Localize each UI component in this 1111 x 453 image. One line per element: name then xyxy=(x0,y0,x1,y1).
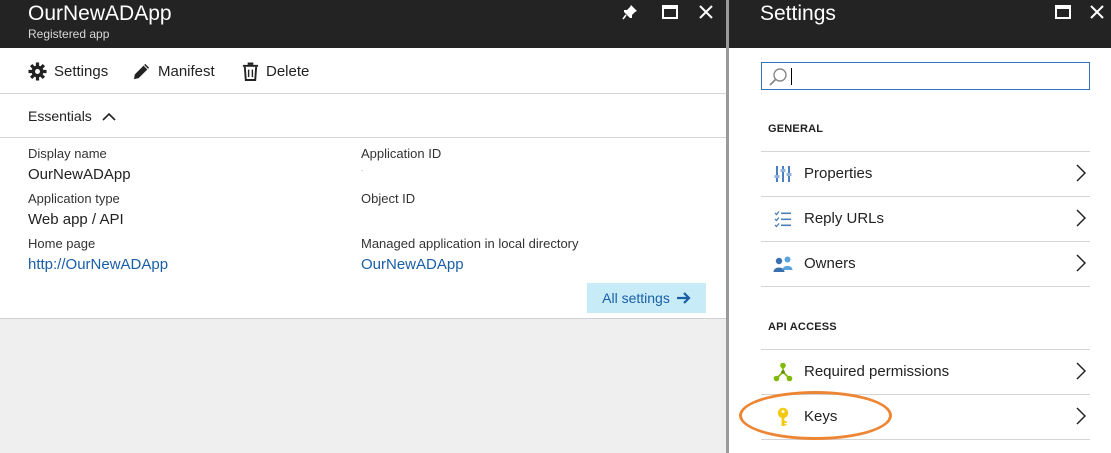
settings-item-required-permissions[interactable]: Required permissions xyxy=(761,350,1090,394)
key-icon xyxy=(773,407,793,427)
pin-icon[interactable] xyxy=(616,0,644,24)
owners-divider xyxy=(761,286,1090,287)
essentials-label: Essentials xyxy=(28,108,92,124)
managed-app-label: Managed application in local directory xyxy=(361,236,579,251)
home-page-property: Home page http://OurNewADApp xyxy=(28,236,168,275)
settings-search-box xyxy=(761,62,1090,90)
chevron-right-icon xyxy=(1076,254,1086,272)
application-type-value: Web app / API xyxy=(28,211,124,228)
general-section-header: GENERAL xyxy=(768,123,824,135)
required-permissions-icon xyxy=(773,362,793,382)
chevron-up-icon xyxy=(102,112,116,121)
blade-empty-area xyxy=(0,319,726,453)
settings-item-keys[interactable]: Keys xyxy=(761,395,1090,439)
display-name-property: Display name OurNewADApp xyxy=(28,146,131,185)
home-page-link[interactable]: http://OurNewADApp xyxy=(28,255,168,275)
settings-blade: Settings GENERAL Properties Reply URLs O… xyxy=(729,0,1111,453)
keys-label: Keys xyxy=(804,408,838,425)
delete-button[interactable]: Delete xyxy=(242,61,309,81)
app-title: OurNewADApp xyxy=(28,2,172,25)
managed-app-link[interactable]: OurNewADApp xyxy=(361,255,579,275)
manifest-button[interactable]: Manifest xyxy=(132,61,215,81)
all-settings-button[interactable]: All settings xyxy=(587,283,706,313)
settings-search-input[interactable] xyxy=(792,65,1082,87)
settings-maximize-icon[interactable] xyxy=(1049,0,1077,24)
chevron-right-icon xyxy=(1076,407,1086,425)
properties-icon xyxy=(773,164,793,184)
close-icon[interactable] xyxy=(692,0,720,24)
reply-urls-icon xyxy=(773,209,793,229)
settings-title: Settings xyxy=(760,2,836,25)
application-id-value: . xyxy=(361,164,364,173)
display-name-value: OurNewADApp xyxy=(28,166,131,183)
maximize-icon[interactable] xyxy=(656,0,684,24)
delete-button-label: Delete xyxy=(266,62,310,80)
settings-button-label: Settings xyxy=(54,62,109,80)
api-access-section-header: API ACCESS xyxy=(768,321,837,333)
app-blade-header: OurNewADApp Registered app xyxy=(0,0,726,48)
gear-icon xyxy=(28,61,47,81)
application-id-label: Application ID xyxy=(361,146,442,161)
keys-divider xyxy=(761,439,1090,440)
app-subtitle: Registered app xyxy=(28,27,110,41)
search-icon xyxy=(769,68,787,86)
properties-label: Properties xyxy=(804,165,873,182)
app-toolbar: Settings Manifest Delete xyxy=(0,48,726,94)
managed-app-property: Managed application in local directory O… xyxy=(361,236,579,275)
pencil-icon xyxy=(133,63,150,79)
application-id-property: Application ID . xyxy=(361,146,441,174)
app-blade: OurNewADApp Registered app Settings Mani… xyxy=(0,0,726,453)
chevron-right-icon xyxy=(1076,362,1086,380)
all-settings-label: All settings xyxy=(602,290,670,306)
trash-icon xyxy=(242,62,259,81)
owners-label: Owners xyxy=(804,255,856,272)
owners-icon xyxy=(773,254,793,274)
chevron-right-icon xyxy=(1076,164,1086,182)
settings-item-owners[interactable]: Owners xyxy=(761,242,1090,286)
required-permissions-label: Required permissions xyxy=(804,363,950,380)
arrow-right-icon xyxy=(676,292,691,304)
display-name-label: Display name xyxy=(28,146,107,161)
reply-urls-label: Reply URLs xyxy=(804,210,885,227)
settings-item-properties[interactable]: Properties xyxy=(761,152,1090,196)
manifest-button-label: Manifest xyxy=(158,62,215,80)
settings-button[interactable]: Settings xyxy=(28,61,108,81)
application-type-property: Application type Web app / API xyxy=(28,191,124,230)
essentials-divider xyxy=(0,137,726,138)
settings-close-icon[interactable] xyxy=(1083,0,1111,24)
object-id-property: Object ID xyxy=(361,191,415,207)
chevron-right-icon xyxy=(1076,209,1086,227)
object-id-label: Object ID xyxy=(361,191,416,206)
home-page-label: Home page xyxy=(28,236,96,251)
settings-item-reply-urls[interactable]: Reply URLs xyxy=(761,197,1090,241)
settings-blade-header: Settings xyxy=(729,0,1111,48)
application-type-label: Application type xyxy=(28,191,120,206)
essentials-toggle[interactable]: Essentials xyxy=(28,106,116,126)
